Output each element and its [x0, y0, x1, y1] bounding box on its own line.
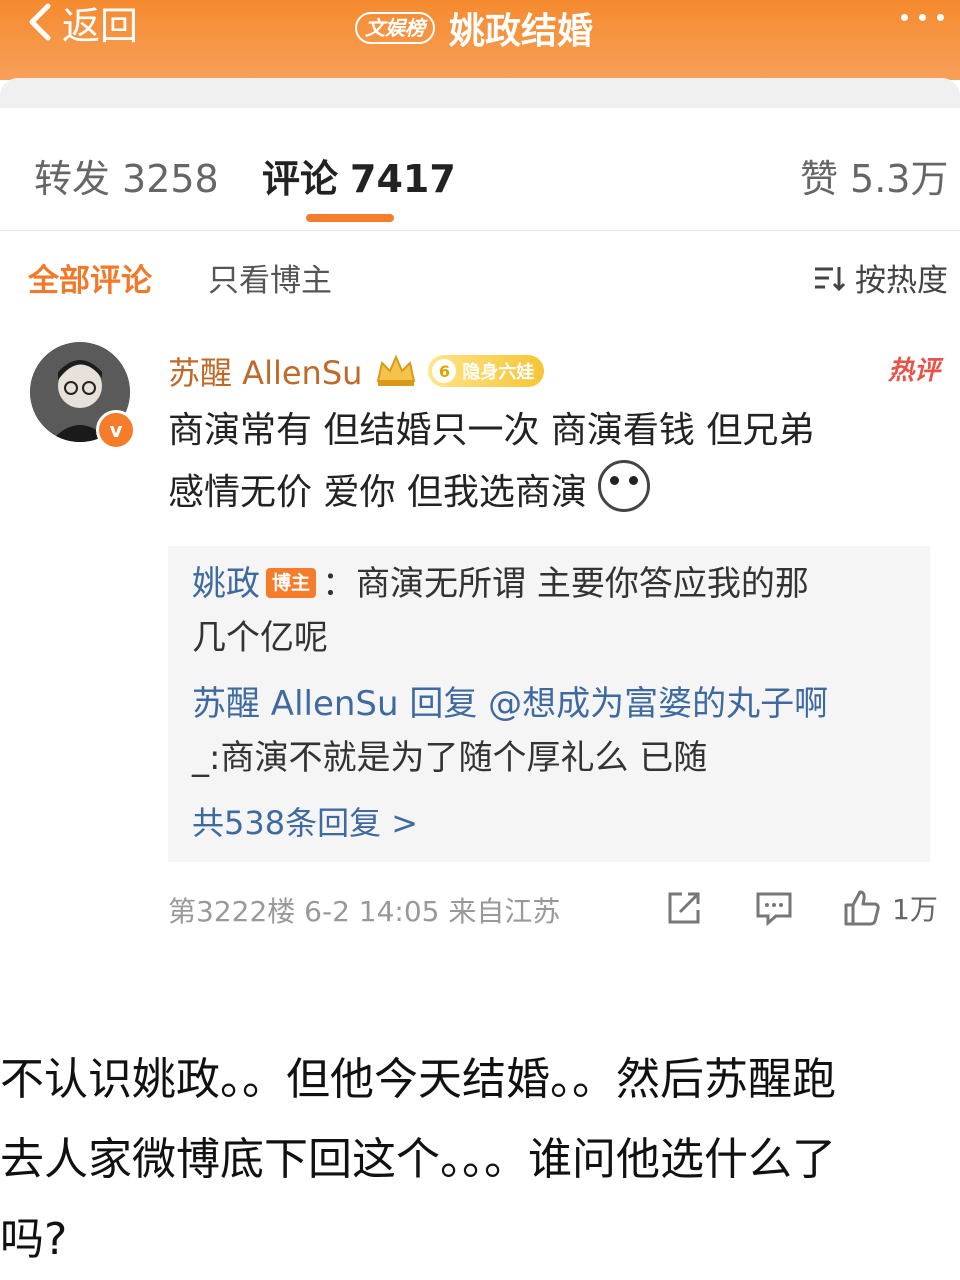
- tab-comments-count: 7417: [350, 157, 456, 201]
- tab-likes-label: 赞: [800, 157, 839, 201]
- chevron-left-icon: [29, 3, 51, 41]
- commenter-name[interactable]: 苏醒 AllenSu: [168, 348, 362, 394]
- share-icon: [668, 892, 700, 924]
- tab-reposts-label: 转发: [34, 157, 111, 201]
- filter-all-comments[interactable]: 全部评论: [28, 255, 152, 300]
- reply-2-author[interactable]: 苏醒 AllenSu: [192, 684, 399, 724]
- tab-reposts-count: 3258: [122, 157, 219, 201]
- caption-text: 不认识姚政。。但他今天结婚。。然后苏醒跑 去人家微博底下回这个。。。谁问他选什么…: [0, 1040, 960, 1280]
- like-count: 1万: [892, 893, 938, 926]
- panda-emoji-icon: [598, 460, 651, 512]
- reply-1-text: ：商演无所谓 主要你答应我的那: [322, 564, 809, 604]
- crown-icon: [377, 354, 416, 386]
- reply-2: 苏醒 AllenSu 回复 @想成为富婆的丸子啊: [192, 676, 828, 725]
- ranking-badge[interactable]: 文娱榜: [355, 12, 435, 44]
- page-title: 姚政结婚: [449, 11, 594, 52]
- reply-1-line-2: 几个亿呢: [192, 618, 328, 658]
- replies-box[interactable]: 姚政 博主 ：商演无所谓 主要你答应我的那 几个亿呢 苏醒 AllenSu 回复 @…: [168, 546, 930, 862]
- back-label: 返回: [62, 3, 139, 48]
- more-options-icon[interactable]: [901, 14, 944, 21]
- caption-line-1: 不认识姚政。。但他今天结婚。。然后苏醒跑: [0, 1054, 836, 1105]
- caption-line-2: 去人家微博底下回这个。。。谁问他选什么了: [0, 1134, 836, 1185]
- tab-comments-label: 评论: [262, 157, 339, 201]
- fan-level: 6: [432, 359, 457, 383]
- counts-tabs: 转发 3258 评论 7417 赞 5.3万: [0, 118, 960, 231]
- thumbs-up-icon: [844, 890, 880, 926]
- reply-1-author[interactable]: 姚政: [192, 564, 260, 604]
- comment-text-line: 商演常有 但结婚只一次 商演看钱 但兄弟: [168, 410, 815, 451]
- like-button[interactable]: 1万: [842, 888, 938, 928]
- filter-owner-only[interactable]: 只看博主: [208, 255, 332, 300]
- comment-meta: 第3222楼 6-2 14:05 来自江苏: [168, 895, 561, 928]
- sort-by-heat-button[interactable]: 按热度: [813, 255, 948, 300]
- owner-tag: 博主: [266, 568, 317, 598]
- comment-filter-bar: 全部评论 只看博主 按热度: [0, 231, 960, 321]
- title-area: 文娱榜 姚政结婚: [355, 2, 593, 54]
- comment-text: 商演常有 但结婚只一次 商演看钱 但兄弟 感情无价 爱你 但我选商演: [168, 402, 948, 522]
- top-bar: 返回 文娱榜 姚政结婚: [0, 0, 960, 80]
- comment-text-line-2: 感情无价 爱你 但我选商演: [168, 460, 948, 522]
- caption-line-3: 吗?: [0, 1214, 68, 1265]
- sort-label: 按热度: [855, 263, 948, 299]
- comment-text-line-2-text: 感情无价 爱你 但我选商演: [168, 472, 587, 513]
- tab-reposts[interactable]: 转发 3258: [34, 148, 219, 203]
- hot-comment-tag: 热评: [887, 356, 940, 386]
- verified-badge: v: [96, 410, 136, 450]
- tab-likes[interactable]: 赞 5.3万: [800, 148, 948, 203]
- tab-comments[interactable]: 评论 7417: [262, 148, 456, 203]
- tab-likes-count: 5.3万: [850, 157, 949, 201]
- comment-header: 苏醒 AllenSu 6 隐身六娃: [168, 348, 545, 394]
- reply-1: 姚政 博主 ：商演无所谓 主要你答应我的那: [192, 556, 809, 605]
- back-button[interactable]: 返回: [22, 0, 138, 48]
- reply-2-mention[interactable]: 回复 @想成为富婆的丸子啊: [399, 684, 828, 724]
- sort-icon: [815, 266, 846, 291]
- fan-label: 隐身六娃: [462, 362, 535, 383]
- reply-2-line-2: _:商演不就是为了随个厚礼么 已随: [192, 738, 708, 778]
- share-button[interactable]: [664, 888, 704, 928]
- fan-level-badge[interactable]: 6 隐身六娃: [428, 355, 545, 387]
- sheet-edge: [0, 78, 960, 118]
- comment-icon: [756, 892, 792, 927]
- reply-button[interactable]: [754, 888, 794, 928]
- active-tab-indicator: [306, 214, 394, 222]
- view-all-replies-link[interactable]: 共538条回复 >: [192, 798, 418, 844]
